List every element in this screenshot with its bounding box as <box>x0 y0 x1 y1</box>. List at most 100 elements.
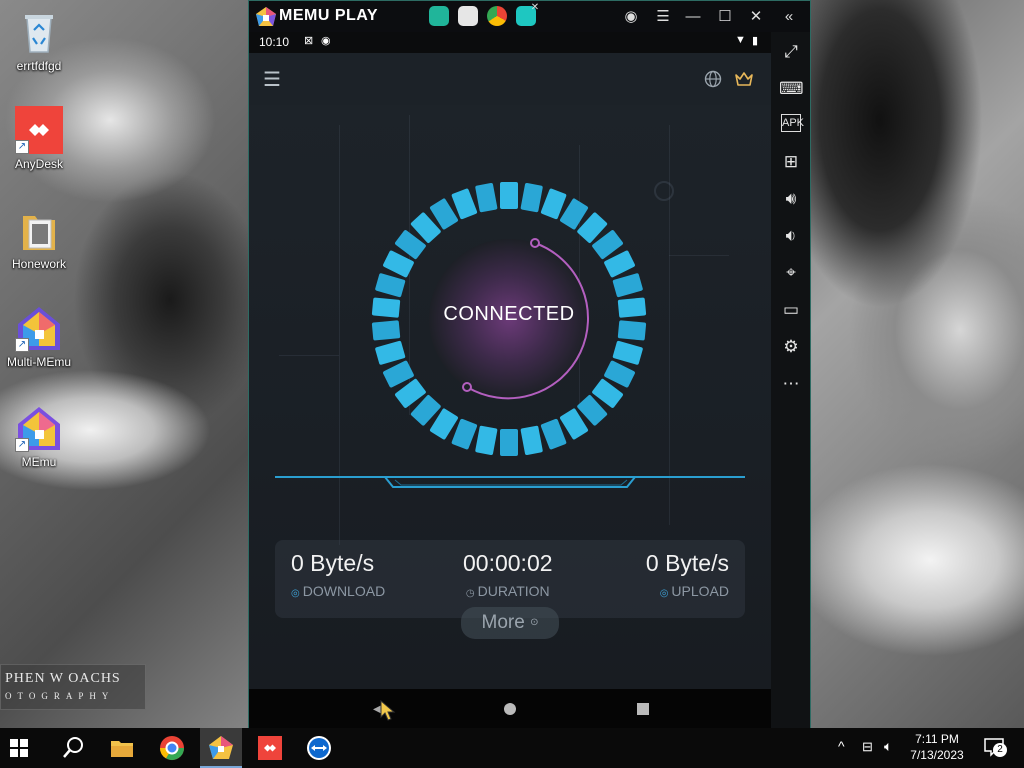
close-tab-icon[interactable]: ✕ <box>529 2 541 14</box>
notification-center-button[interactable]: 2 <box>983 737 1007 757</box>
close-button[interactable]: ✕ <box>746 7 766 27</box>
collapse-sidebar-icon[interactable]: « <box>779 7 799 27</box>
ring-segment <box>500 429 518 456</box>
menu-icon[interactable]: ☰ <box>653 7 673 27</box>
anydesk-icon: ↗ <box>15 106 63 154</box>
desktop-icon-recycle-bin[interactable]: errtfdfgd <box>0 8 78 73</box>
desktop-icon-folder[interactable]: Honework <box>0 206 78 271</box>
photography-watermark: PHEN W OACHS OTOGRAPHY <box>0 664 146 710</box>
taskbar-time: 7:11 PM <box>915 732 959 746</box>
windows-start-button[interactable] <box>10 739 28 757</box>
desktop-icon-label: errtfdfgd <box>16 59 62 73</box>
memu-logo-icon <box>256 7 276 26</box>
shortcut-arrow-icon: ↗ <box>15 438 29 452</box>
watermark-line2: OTOGRAPHY <box>5 691 115 701</box>
desktop-icon-multi-memu[interactable]: ↗ Multi-MEmu <box>0 304 78 369</box>
duration-stat: 00:00:02 ◷ DURATION <box>463 550 553 599</box>
ring-segment <box>500 182 518 209</box>
premium-crown-icon[interactable] <box>734 70 754 88</box>
chevron-down-icon: ⊙ <box>530 617 539 628</box>
recents-button[interactable] <box>637 703 649 715</box>
notification-icon: ◉ <box>321 35 331 47</box>
download-value: 0 Byte/s <box>291 550 375 576</box>
ring-segment <box>375 273 406 298</box>
maximize-button[interactable]: ☐ <box>715 7 735 27</box>
apk-icon[interactable]: APK <box>781 114 804 132</box>
memu-taskbar-icon[interactable] <box>207 734 235 762</box>
android-nav-bar: ◀ <box>249 689 771 729</box>
recycle-bin-icon <box>15 8 63 56</box>
memu-brand-label: MEMU PLAY <box>279 7 379 24</box>
keyboard-icon[interactable]: ⌨ <box>779 77 804 101</box>
download-icon: ◎ <box>291 588 300 599</box>
connection-status-ring[interactable]: CONNECTED <box>369 179 649 459</box>
globe-icon[interactable] <box>704 70 722 88</box>
account-icon[interactable]: ◉ <box>621 7 641 27</box>
ring-segment <box>520 425 543 455</box>
desktop-icon-anydesk[interactable]: ↗ AnyDesk <box>0 106 78 171</box>
minimize-button[interactable]: — <box>683 7 703 27</box>
ring-segment <box>520 183 543 213</box>
circuit-decoration <box>669 255 729 256</box>
mouse-cursor-icon <box>380 699 396 721</box>
battery-icon: ▮ <box>752 35 759 47</box>
desktop-icon-label: Multi-MEmu <box>6 355 71 369</box>
volume-up-icon[interactable]: 🔊︎ <box>779 187 803 211</box>
volume-down-icon[interactable]: 🔉︎ <box>779 224 803 248</box>
settings-icon[interactable]: ⚙ <box>779 335 803 359</box>
circuit-node-decoration <box>654 181 674 201</box>
memu-icon: ↗ <box>15 404 63 452</box>
app-tab-roblox-icon[interactable] <box>458 6 478 26</box>
app-header: ☰ <box>249 53 771 105</box>
clock-area[interactable]: 7:11 PM 7/13/2023 <box>906 732 968 762</box>
app-tab-chrome-icon[interactable] <box>487 6 507 26</box>
teamviewer-icon[interactable] <box>305 734 333 762</box>
fullscreen-icon[interactable]: ⤢ <box>779 40 803 64</box>
folder-icon[interactable]: ▭ <box>779 298 803 322</box>
vpn-app-body: CONNECTED 0 Byte/s ◎ DOWNLOAD 00:00:02 ◷ D… <box>249 105 771 689</box>
chrome-icon[interactable] <box>158 734 186 762</box>
upload-label: UPLOAD <box>671 583 729 599</box>
memu-titlebar: MEMU PLAY ✕ ◉ ☰ — ☐ ✕ « <box>249 1 810 32</box>
android-screen: 10:10 ⊠ ◉ ▼ ▮ ☰ CONNECTED 0 Byte/s ◎ DOW… <box>249 32 771 729</box>
more-icon[interactable]: ⋯ <box>779 372 803 396</box>
location-icon[interactable]: ⌖ <box>779 261 803 285</box>
hamburger-menu-icon[interactable]: ☰ <box>263 67 281 92</box>
chevron-up-icon[interactable]: ^ <box>838 738 845 754</box>
volume-muted-icon[interactable]: 🔈︎ <box>884 738 892 755</box>
progress-divider <box>275 476 745 488</box>
ring-segment <box>375 340 406 365</box>
ring-segment <box>475 183 498 213</box>
clock-icon: ◷ <box>465 588 475 599</box>
upload-stat: 0 Byte/s ◎ UPLOAD <box>646 550 729 599</box>
desktop-icon-label: Honework <box>11 257 67 271</box>
app-tab-store-icon[interactable] <box>429 6 449 26</box>
home-button[interactable] <box>504 703 516 715</box>
taskbar-date: 7/13/2023 <box>910 748 964 762</box>
android-status-bar: 10:10 ⊠ ◉ ▼ ▮ <box>249 32 771 53</box>
folder-icon <box>15 206 63 254</box>
duration-label: DURATION <box>477 583 550 599</box>
anydesk-taskbar-icon[interactable] <box>256 734 284 762</box>
upload-value: 0 Byte/s <box>645 550 729 576</box>
shortcut-arrow-icon: ↗ <box>15 338 29 352</box>
shortcut-arrow-icon: ↗ <box>15 140 29 154</box>
desktop-icon-label: MEmu <box>21 455 57 469</box>
notification-icon: ⊠ <box>304 35 314 47</box>
ring-segment <box>612 340 643 365</box>
file-explorer-icon[interactable] <box>108 734 136 762</box>
download-stat: 0 Byte/s ◎ DOWNLOAD <box>291 550 385 599</box>
network-icon[interactable]: ⊟ <box>862 739 873 755</box>
download-label: DOWNLOAD <box>302 583 386 599</box>
add-app-icon[interactable]: ⊞ <box>779 150 803 174</box>
more-label: More <box>481 612 525 634</box>
memu-side-toolbar: ⤢ ⌨ APK ⊞ 🔊︎ 🔉︎ ⌖ ▭ ⚙ ⋯ <box>771 32 810 729</box>
search-icon[interactable] <box>60 734 88 762</box>
circuit-decoration <box>279 355 339 356</box>
notification-count-badge: 2 <box>993 743 1007 757</box>
ring-segment <box>612 273 643 298</box>
more-button[interactable]: More ⊙ <box>461 607 559 639</box>
desktop-icon-memu[interactable]: ↗ MEmu <box>0 404 78 469</box>
duration-value: 00:00:02 <box>463 550 553 576</box>
windows-taskbar: ^ ⊟ 🔈︎ 7:11 PM 7/13/2023 2 <box>0 728 1024 768</box>
